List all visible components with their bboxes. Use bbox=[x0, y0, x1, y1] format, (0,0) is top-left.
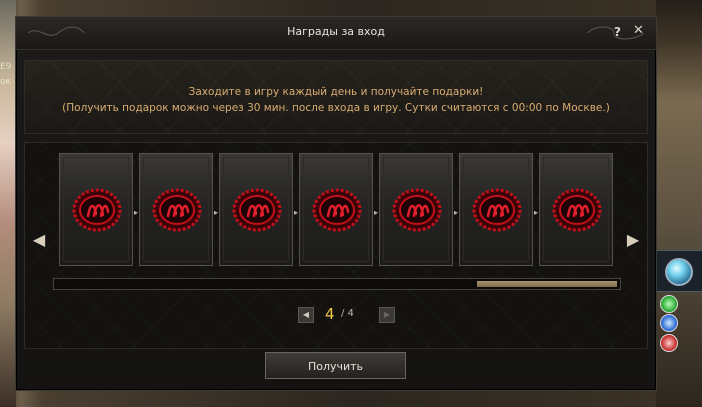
reward-card[interactable] bbox=[59, 153, 133, 266]
background-text: E9 bbox=[0, 62, 12, 72]
pagination: ◀ 4 / 4 ▶ bbox=[25, 305, 647, 325]
reward-card[interactable] bbox=[299, 153, 373, 266]
scroll-right-arrow-icon[interactable]: ▶ bbox=[625, 228, 641, 252]
red-seal-icon bbox=[232, 188, 282, 232]
reward-card[interactable] bbox=[539, 153, 613, 266]
progress-bar bbox=[53, 278, 621, 290]
blue-buff-icon[interactable] bbox=[660, 314, 678, 332]
reward-card[interactable] bbox=[139, 153, 213, 266]
info-panel: Заходите в игру каждый день и получайте … bbox=[24, 60, 648, 134]
reward-card[interactable] bbox=[459, 153, 533, 266]
red-buff-icon[interactable] bbox=[660, 334, 678, 352]
title-bar[interactable]: Награды за вход ? ✕ bbox=[16, 17, 656, 50]
receive-button[interactable]: Получить bbox=[265, 352, 406, 379]
green-buff-icon[interactable] bbox=[660, 295, 678, 313]
window-title: Награды за вход bbox=[287, 25, 385, 38]
info-text-line1: Заходите в игру каждый день и получайте … bbox=[188, 86, 484, 98]
login-rewards-window: Награды за вход ? ✕ Заходите в игру кажд… bbox=[15, 16, 657, 391]
close-button[interactable]: ✕ bbox=[633, 23, 644, 38]
total-pages: / 4 bbox=[341, 308, 354, 319]
red-seal-icon bbox=[312, 188, 362, 232]
current-page: 4 bbox=[325, 305, 335, 323]
red-seal-icon bbox=[72, 188, 122, 232]
red-seal-icon bbox=[152, 188, 202, 232]
reward-card[interactable] bbox=[379, 153, 453, 266]
reward-card[interactable] bbox=[219, 153, 293, 266]
background-text: ок bbox=[0, 77, 11, 87]
scroll-left-arrow-icon[interactable]: ◀ bbox=[31, 228, 47, 252]
rewards-panel: ◀ ▶ ◀ 4 / 4 ▶ ▸ ▸ ▸ ▸ ▸ ▸ bbox=[24, 142, 648, 349]
next-page-button[interactable]: ▶ bbox=[379, 307, 395, 323]
red-seal-icon bbox=[472, 188, 522, 232]
prev-page-button[interactable]: ◀ bbox=[298, 307, 314, 323]
red-seal-icon bbox=[392, 188, 442, 232]
progress-fill bbox=[477, 281, 617, 287]
info-text-line2: (Получить подарок можно через 30 мин. по… bbox=[62, 102, 610, 114]
help-button[interactable]: ? bbox=[614, 25, 621, 39]
red-seal-icon bbox=[552, 188, 602, 232]
crystal-icon[interactable] bbox=[665, 258, 693, 286]
